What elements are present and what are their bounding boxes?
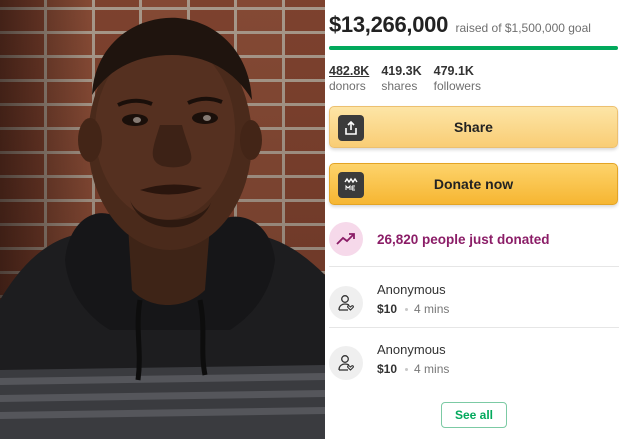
donation-amount: $10 [377, 302, 398, 316]
separator-dot [405, 308, 409, 312]
separator-dot [405, 368, 409, 372]
person-illustration [0, 17, 325, 439]
recent-donations-banner: 26,820 people just donated [329, 218, 619, 260]
gofundme-logo-icon [338, 172, 364, 198]
donation-time: 4 mins [414, 302, 450, 316]
divider [329, 327, 619, 328]
divider [329, 266, 619, 267]
donate-now-button[interactable]: Donate now [329, 163, 618, 205]
progress-fill [329, 46, 618, 50]
stat-shares-label: shares [381, 79, 418, 93]
amount-raised: $13,266,000 [329, 12, 449, 37]
donation-meta: $10 4 mins [377, 302, 449, 316]
stat-donors-value[interactable]: 482.8K [329, 64, 369, 79]
see-all-button[interactable]: See all [441, 402, 507, 428]
goal-text: raised of $1,500,000 goal [455, 21, 591, 35]
stat-followers: 479.1K followers [434, 64, 481, 93]
stat-donors[interactable]: 482.8K donors [329, 64, 369, 93]
stat-shares: 419.3K shares [381, 64, 421, 93]
donation-amount: $10 [377, 362, 398, 376]
recent-donations-text: 26,820 people just donated [377, 231, 550, 247]
donate-now-label: Donate now [433, 176, 514, 192]
donor-avatar-icon [329, 286, 363, 320]
donor-name: Anonymous [377, 342, 446, 357]
campaign-photo [0, 0, 325, 439]
progress-bar [329, 46, 618, 50]
share-upload-icon [338, 115, 364, 141]
share-button[interactable]: Share [329, 106, 618, 148]
stat-donors-label: donors [329, 79, 366, 93]
donation-item: Anonymous $10 4 mins [329, 340, 619, 390]
donor-name: Anonymous [377, 282, 446, 297]
share-button-label: Share [454, 119, 493, 135]
trending-up-icon [329, 222, 363, 256]
donation-time: 4 mins [414, 362, 450, 376]
donation-meta: $10 4 mins [377, 362, 449, 376]
stat-followers-value: 479.1K [433, 64, 474, 78]
stat-shares-value: 419.3K [381, 64, 422, 78]
donation-item: Anonymous $10 4 mins [329, 280, 619, 330]
donor-avatar-icon [329, 346, 363, 380]
amount-row: $13,266,000 raised of $1,500,000 goal [329, 12, 591, 38]
stat-followers-label: followers [433, 79, 481, 93]
donation-panel: $13,266,000 raised of $1,500,000 goal 48… [329, 0, 619, 439]
stats-row: 482.8K donors 419.3K shares 479.1K follo… [329, 64, 493, 93]
